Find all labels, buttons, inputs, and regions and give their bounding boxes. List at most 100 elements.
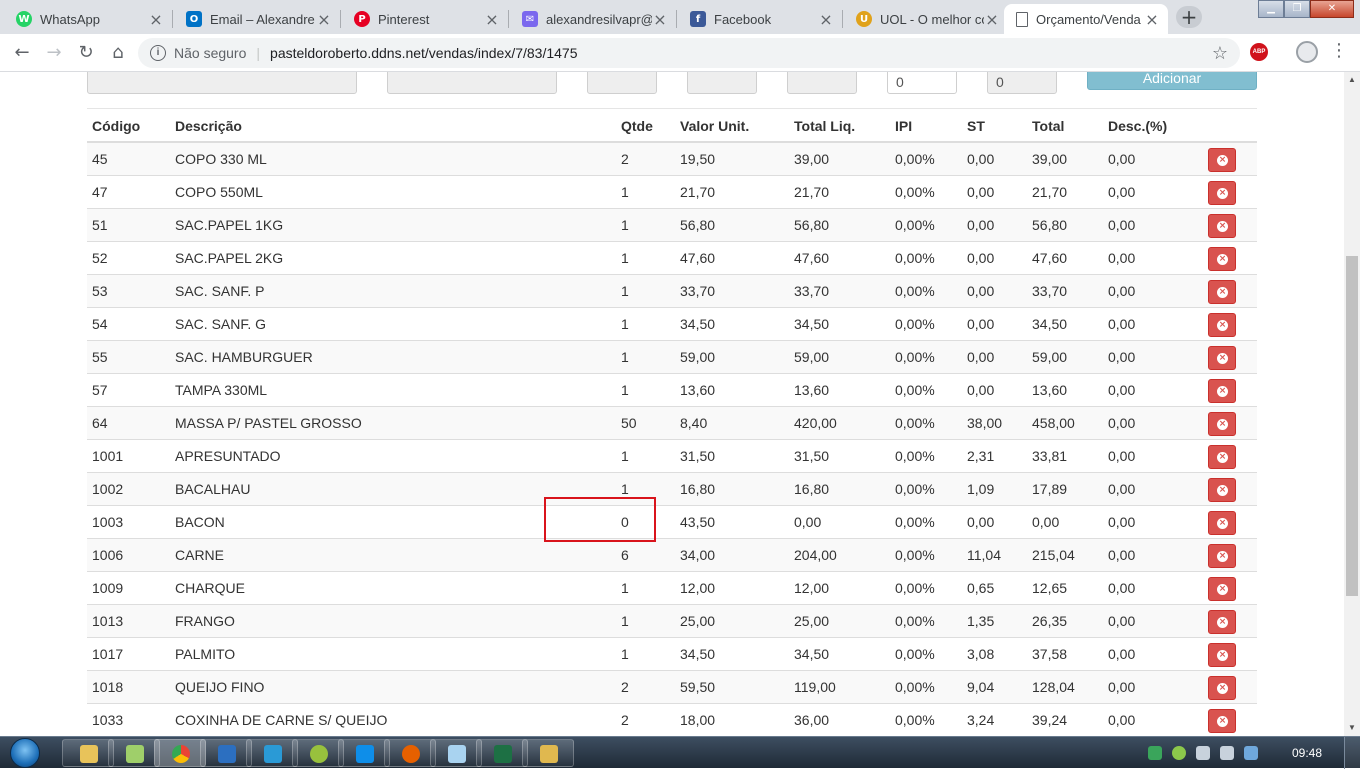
chrome-icon[interactable] <box>154 739 206 767</box>
delete-item-button[interactable]: × <box>1208 576 1236 601</box>
cell-ipi: 0,00% <box>890 240 962 274</box>
cell-descricao: SAC.PAPEL 1KG <box>170 207 616 241</box>
cell-ipi: 0,00% <box>890 372 962 406</box>
show-desktop-button[interactable] <box>1344 737 1360 769</box>
close-icon[interactable]: × <box>148 10 164 29</box>
cell-total-liq: 34,50 <box>789 636 890 670</box>
page-scrollbar[interactable]: ▲ ▼ <box>1344 72 1360 736</box>
tab-mail[interactable]: ✉ alexandresilvapr@ × <box>510 4 676 34</box>
network-icon[interactable] <box>1196 746 1210 760</box>
tab-whatsapp[interactable]: W WhatsApp × <box>4 4 172 34</box>
explorer-icon[interactable] <box>62 739 114 767</box>
unit-field[interactable] <box>587 72 657 94</box>
total-field[interactable] <box>787 72 857 94</box>
cell-total-liq: 33,70 <box>789 273 890 307</box>
remove-circle-icon: × <box>1217 385 1228 397</box>
sync-icon[interactable] <box>1172 746 1186 760</box>
reload-button[interactable]: ↻ <box>74 41 98 65</box>
delete-item-button[interactable]: × <box>1208 246 1236 271</box>
skype-icon[interactable] <box>246 739 298 767</box>
cell-qtde: 1 <box>616 438 675 472</box>
tab-facebook[interactable]: f Facebook × <box>678 4 842 34</box>
quantity-field[interactable]: 0 <box>887 72 957 94</box>
minimize-button[interactable]: ▁ <box>1258 0 1284 18</box>
close-icon[interactable]: × <box>1144 10 1160 29</box>
android-icon[interactable] <box>292 739 344 767</box>
cell-actions: × <box>1203 570 1257 604</box>
cell-desc: 0,00 <box>1103 207 1203 241</box>
restore-button[interactable]: ❐ <box>1284 0 1310 18</box>
delete-item-button[interactable]: × <box>1208 477 1236 502</box>
outlook-icon[interactable] <box>200 739 252 767</box>
cell-qtde: 1 <box>616 306 675 340</box>
close-icon[interactable]: × <box>818 10 834 29</box>
delete-item-button[interactable]: × <box>1208 213 1236 238</box>
description-field[interactable] <box>387 72 557 94</box>
delete-item-button[interactable]: × <box>1208 510 1236 535</box>
scroll-up-icon[interactable]: ▲ <box>1344 72 1360 88</box>
windows-taskbar: 09:48 <box>0 736 1360 769</box>
tab-email[interactable]: O Email – Alexandre × <box>174 4 340 34</box>
close-window-button[interactable]: ✕ <box>1310 0 1354 18</box>
table-row: 1018 QUEIJO FINO 2 59,50 119,00 0,00% 9,04 128,… <box>87 669 1257 703</box>
teamviewer-icon[interactable] <box>338 739 390 767</box>
back-button[interactable]: ← <box>10 41 34 65</box>
price-field[interactable] <box>687 72 757 94</box>
home-button[interactable]: ⌂ <box>106 41 130 65</box>
cell-st: 0,00 <box>962 174 1027 208</box>
tab-pinterest[interactable]: P Pinterest × <box>342 4 508 34</box>
start-button[interactable] <box>6 737 46 769</box>
volume-icon[interactable] <box>1220 746 1234 760</box>
cell-ipi: 0,00% <box>890 207 962 241</box>
new-tab-button[interactable]: + <box>1176 6 1202 28</box>
profile-avatar[interactable] <box>1296 41 1318 63</box>
scroll-down-icon[interactable]: ▼ <box>1344 720 1360 736</box>
cell-st: 0,00 <box>962 339 1027 373</box>
cell-qtde: 1 <box>616 240 675 274</box>
notepad-icon[interactable] <box>430 739 482 767</box>
close-icon[interactable]: × <box>316 10 332 29</box>
menu-icon[interactable]: ⋮ <box>1330 40 1348 64</box>
cell-desc: 0,00 <box>1103 636 1203 670</box>
discount-field[interactable]: 0 <box>987 72 1057 94</box>
delete-item-button[interactable]: × <box>1208 675 1236 700</box>
file-manager-icon[interactable] <box>108 739 160 767</box>
delete-item-button[interactable]: × <box>1208 642 1236 667</box>
delete-item-button[interactable]: × <box>1208 378 1236 403</box>
product-code-field[interactable] <box>87 72 357 94</box>
adblock-icon[interactable]: ABP <box>1250 43 1268 61</box>
address-bar[interactable]: i Não seguro | pasteldoroberto.ddns.net/… <box>138 38 1240 68</box>
info-icon[interactable]: i <box>150 45 166 61</box>
header-total-liq: Total Liq. <box>789 110 890 143</box>
keepass-icon[interactable] <box>522 739 574 767</box>
delete-item-button[interactable]: × <box>1208 609 1236 634</box>
cell-total: 56,80 <box>1027 207 1103 241</box>
notification-icon[interactable] <box>1244 746 1258 760</box>
delete-item-button[interactable]: × <box>1208 411 1236 436</box>
add-button[interactable]: Adicionar <box>1087 72 1257 90</box>
delete-item-button[interactable]: × <box>1208 444 1236 469</box>
delete-item-button[interactable]: × <box>1208 147 1236 172</box>
forward-button[interactable]: → <box>42 41 66 65</box>
header-codigo: Código <box>87 110 170 143</box>
close-icon[interactable]: × <box>484 10 500 29</box>
cell-actions: × <box>1203 471 1257 505</box>
delete-item-button[interactable]: × <box>1208 345 1236 370</box>
scrollbar-thumb[interactable] <box>1346 256 1358 596</box>
delete-item-button[interactable]: × <box>1208 543 1236 568</box>
cell-valor-unit: 34,00 <box>675 537 789 571</box>
delete-item-button[interactable]: × <box>1208 180 1236 205</box>
taskbar-clock[interactable]: 09:48 <box>1292 746 1322 760</box>
cell-ipi: 0,00% <box>890 339 962 373</box>
delete-item-button[interactable]: × <box>1208 312 1236 337</box>
excel-icon[interactable] <box>476 739 528 767</box>
close-icon[interactable]: × <box>984 10 1000 29</box>
delete-item-button[interactable]: × <box>1208 708 1236 733</box>
tab-orcamento[interactable]: Orçamento/Venda × <box>1004 4 1168 34</box>
delete-item-button[interactable]: × <box>1208 279 1236 304</box>
firefox-icon[interactable] <box>384 739 436 767</box>
star-icon[interactable]: ☆ <box>1212 43 1228 64</box>
security-shield-icon[interactable] <box>1148 746 1162 760</box>
tab-uol[interactable]: U UOL - O melhor co × <box>844 4 1008 34</box>
close-icon[interactable]: × <box>652 10 668 29</box>
